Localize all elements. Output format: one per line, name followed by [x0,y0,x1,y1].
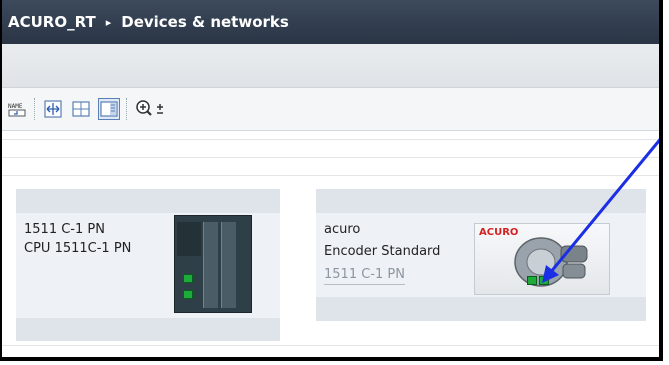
zoom-icon[interactable] [134,98,168,120]
project-name[interactable]: ACURO_RT [8,13,96,31]
toolbar-separator [126,98,128,120]
grid-line [2,139,659,140]
toolbar-separator [34,98,36,120]
port-icon[interactable] [539,276,549,285]
fit-icon[interactable] [42,98,64,120]
grid-line [2,175,659,176]
plc-image [174,215,252,313]
device-encoder[interactable]: acuro Encoder Standard 1511 C-1 PN ACURO [316,189,646,321]
device-type: CPU 1511C-1 PN [24,241,132,256]
device-type: Encoder Standard [324,244,441,259]
svg-text:NAME: NAME [8,103,23,110]
device-plc[interactable]: 1511 C-1 PN CPU 1511C-1 PN [16,189,280,341]
toolbar: NAME [2,88,659,131]
tab-strip [2,44,659,88]
grid-icon[interactable] [70,98,92,120]
section-name: Devices & networks [121,13,289,31]
device-name: 1511 C-1 PN [24,222,105,237]
device-name: acuro [324,222,361,237]
network-canvas[interactable]: 1511 C-1 PN CPU 1511C-1 PN acuro Encoder… [2,131,659,357]
port-icon[interactable] [183,290,193,299]
network-link[interactable]: 1511 C-1 PN [324,265,405,285]
name-icon[interactable]: NAME [6,98,28,120]
encoder-image: ACURO [474,223,610,295]
grid-line [2,157,659,158]
grid-line [2,345,659,346]
window-frame: ACURO_RT ▸ Devices & networks NAME 1511 … [0,0,663,361]
port-icon[interactable] [527,276,537,285]
view-icon[interactable] [98,98,120,120]
breadcrumb-separator: ▸ [105,15,112,29]
port-icon[interactable] [183,274,193,283]
title-bar: ACURO_RT ▸ Devices & networks [2,0,659,44]
